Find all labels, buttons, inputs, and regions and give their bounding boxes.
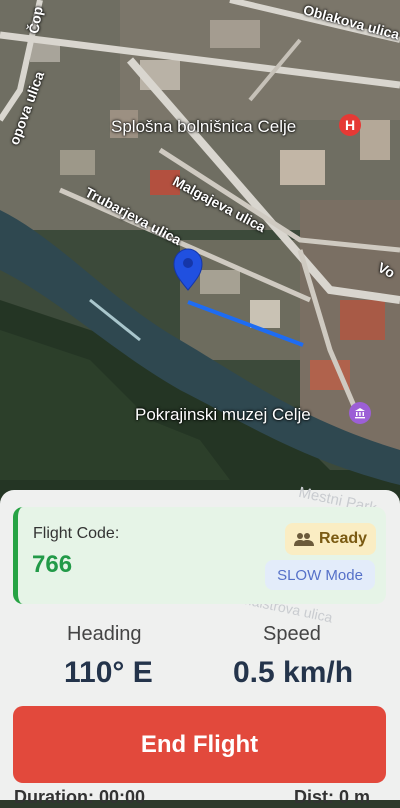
flight-code-card: Flight Code: 766 Ready SLOW Mode: [13, 507, 386, 604]
duration-text: Duration: 00:00: [14, 787, 146, 807]
flight-code-title: Flight Code:: [33, 525, 120, 542]
speed-label: Speed: [263, 623, 321, 645]
museum-icon[interactable]: [349, 402, 371, 424]
hospital-label[interactable]: Splošna bolnišnica Celje: [111, 117, 296, 137]
status-text: Ready: [318, 530, 368, 547]
heading-value: 110° E: [64, 656, 153, 689]
users-icon: [293, 533, 314, 546]
heading-label: Heading: [67, 623, 142, 645]
end-flight-button[interactable]: End Flight: [13, 706, 386, 783]
flight-panel: Mestni Park Maistrova ulica Flight Code:…: [0, 484, 400, 807]
speed-value: 0.5 km/h: [233, 656, 354, 689]
museum-glyph-icon: [355, 408, 365, 419]
status-badge: Ready: [285, 523, 376, 555]
distance-text: Dist: 0 m: [294, 787, 371, 807]
flight-code-value: 766: [32, 551, 73, 578]
mode-badge: SLOW Mode: [265, 560, 375, 590]
museum-label[interactable]: Pokrajinski muzej Celje: [135, 405, 311, 425]
hospital-icon[interactable]: H: [339, 114, 361, 136]
